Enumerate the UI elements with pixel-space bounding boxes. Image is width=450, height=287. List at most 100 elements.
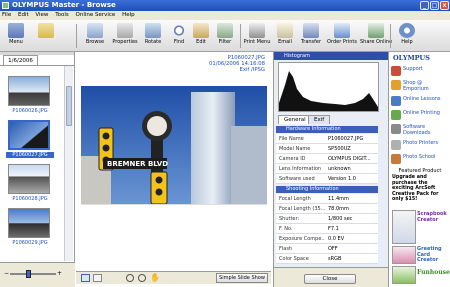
menu-online-service[interactable]: Online Service	[76, 12, 116, 18]
tab-exif[interactable]: Exif	[308, 115, 331, 124]
zoom-slider[interactable]: − +	[4, 270, 62, 278]
menu-help[interactable]: Help	[122, 12, 135, 18]
share-online-icon	[368, 23, 384, 38]
main-photo: BREMNER BLVD	[81, 86, 267, 204]
product-funhouse[interactable]: Funhouse	[417, 269, 450, 276]
compare-view-icon[interactable]	[93, 274, 102, 282]
maximize-button[interactable]: □	[430, 1, 439, 10]
date-tab[interactable]: 1/6/2006	[3, 55, 38, 65]
link-label: Software Downloads	[403, 124, 431, 136]
edit-icon	[193, 23, 209, 38]
prop-value: OLYMPUS DIGIT...	[328, 156, 371, 162]
product-box-image[interactable]	[392, 210, 416, 244]
shooting-info-header[interactable]: Shooting Information	[276, 186, 378, 193]
tab-general[interactable]: General	[278, 115, 312, 124]
thumbnail-list: P1060026.JPG P1060027.JPG P1060028.JPG P…	[0, 66, 64, 261]
link-online-printing[interactable]: Online Printing	[391, 109, 449, 122]
prop-row: F. No. F7.1	[276, 224, 378, 234]
thumbnail-image[interactable]	[8, 208, 50, 238]
thumbnail-caption: P1060029.JPG	[12, 240, 48, 246]
zoom-out-icon[interactable]: −	[4, 271, 9, 277]
hardware-info-header[interactable]: Hardware Information	[276, 126, 378, 133]
link-photo-school[interactable]: Photo School	[391, 153, 449, 166]
thumbnail-image[interactable]	[8, 164, 50, 194]
link-online-lessons[interactable]: Online Lessons	[391, 95, 449, 108]
photo-drawing: BREMNER BLVD	[81, 86, 267, 204]
close-window-button[interactable]: x	[440, 1, 449, 10]
close-button[interactable]: Close	[304, 274, 356, 284]
prop-value: 0.0 EV	[328, 236, 345, 242]
prop-row: Focal Length 11.4mm	[276, 194, 378, 204]
link-label: Photo School	[403, 154, 436, 160]
filter-label: Filter	[218, 39, 232, 45]
featured-text[interactable]: Upgrade and purchase the exciting ArcSof…	[392, 175, 448, 203]
prop-key: Software used	[279, 176, 315, 182]
info-panel: Histogram General Exif Hardware Informat…	[273, 52, 389, 287]
olympus-panel: OLYMPUS Support Shop @ Emporium Online L…	[388, 52, 450, 287]
email-icon	[277, 23, 293, 38]
histogram-header[interactable]: Histogram	[274, 52, 389, 60]
menu-file[interactable]: File	[2, 12, 11, 18]
share-online-label: Share Online	[360, 39, 393, 45]
folder-icon	[38, 23, 54, 38]
single-view-icon[interactable]	[81, 274, 90, 282]
print-menu-label: Print Menu	[243, 39, 271, 45]
thumbnail-image[interactable]	[8, 76, 50, 106]
help-button[interactable]: Help	[392, 22, 422, 50]
zoom-out-icon[interactable]	[138, 274, 146, 282]
share-online-button[interactable]: Share Online	[360, 22, 392, 50]
toolbar: Menu Browse Properties Rotate Find Edit …	[0, 20, 450, 52]
prop-key: Model Name	[279, 146, 311, 152]
menu-edit[interactable]: Edit	[18, 12, 29, 18]
prop-value: Version 1.0	[328, 176, 356, 182]
menu-view[interactable]: View	[35, 12, 48, 18]
title-bar: OLYMPUS Master - Browse _ □ x	[0, 0, 450, 11]
properties-button[interactable]: Properties	[110, 22, 140, 50]
rotate-icon	[145, 23, 161, 38]
link-photo-printers[interactable]: Photo Printers	[391, 139, 449, 152]
prop-row: Shutter: 1/800 sec	[276, 214, 378, 224]
prop-key: Exposure Compe...	[279, 236, 325, 242]
printing-icon	[391, 110, 401, 120]
toolbar-divider	[240, 24, 241, 48]
slider-track	[10, 273, 56, 275]
home-menu-icon	[8, 23, 24, 38]
menu-tools[interactable]: Tools	[55, 12, 69, 18]
hand-tool-icon[interactable]: ✋	[150, 273, 160, 282]
product-greeting-card[interactable]: Greeting Card Creator	[417, 246, 449, 264]
product-box-image[interactable]	[392, 266, 416, 284]
prop-value: 78.0mm	[328, 206, 349, 212]
link-support[interactable]: Support	[391, 65, 449, 78]
slide-show-button[interactable]: Simple Slide Show	[216, 273, 268, 283]
product-box-image[interactable]	[392, 246, 416, 264]
image-metadata: P1060027.JPG 01/06/2006 14:16:08 Exif /I…	[145, 55, 265, 73]
thumbnail-caption: P1060028.JPG	[12, 196, 48, 202]
school-icon	[391, 154, 401, 164]
thumbnail-caption: P1060026.JPG	[12, 108, 48, 114]
filter-button[interactable]: Filter	[210, 22, 240, 50]
link-software-downloads[interactable]: Software Downloads	[391, 123, 449, 138]
scroll-thumb[interactable]	[66, 86, 72, 126]
thumbnail-image-selected[interactable]	[8, 120, 50, 150]
shop-icon	[391, 80, 401, 90]
prop-row: Model Name SP500UZ	[276, 144, 378, 154]
app-icon	[2, 2, 9, 9]
menu-label: Menu	[9, 39, 23, 45]
zoom-in-icon[interactable]	[126, 274, 134, 282]
slider-handle[interactable]	[26, 270, 31, 278]
browse-button[interactable]: Browse	[80, 22, 110, 50]
zoom-in-icon[interactable]: +	[57, 271, 62, 277]
transfer-button[interactable]: Transfer	[296, 22, 326, 50]
thumbnail-scrollbar[interactable]	[64, 66, 73, 261]
prop-key: Flash	[279, 246, 293, 252]
order-prints-button[interactable]: Order Prints	[326, 22, 358, 50]
link-shop[interactable]: Shop @ Emporium	[391, 79, 449, 94]
meta-exif-link[interactable]: Exif /IPSG	[145, 67, 265, 73]
folder-button[interactable]	[31, 22, 61, 50]
thumbnail-caption-selected: P1060027.JPG	[6, 152, 54, 158]
minimize-button[interactable]: _	[420, 1, 429, 10]
product-scrapbook[interactable]: Scrapbook Creator	[417, 211, 449, 223]
print-menu-button[interactable]: Print Menu	[242, 22, 272, 50]
menu-button[interactable]: Menu	[1, 22, 31, 50]
prop-row: Lens Information unknown	[276, 164, 378, 174]
